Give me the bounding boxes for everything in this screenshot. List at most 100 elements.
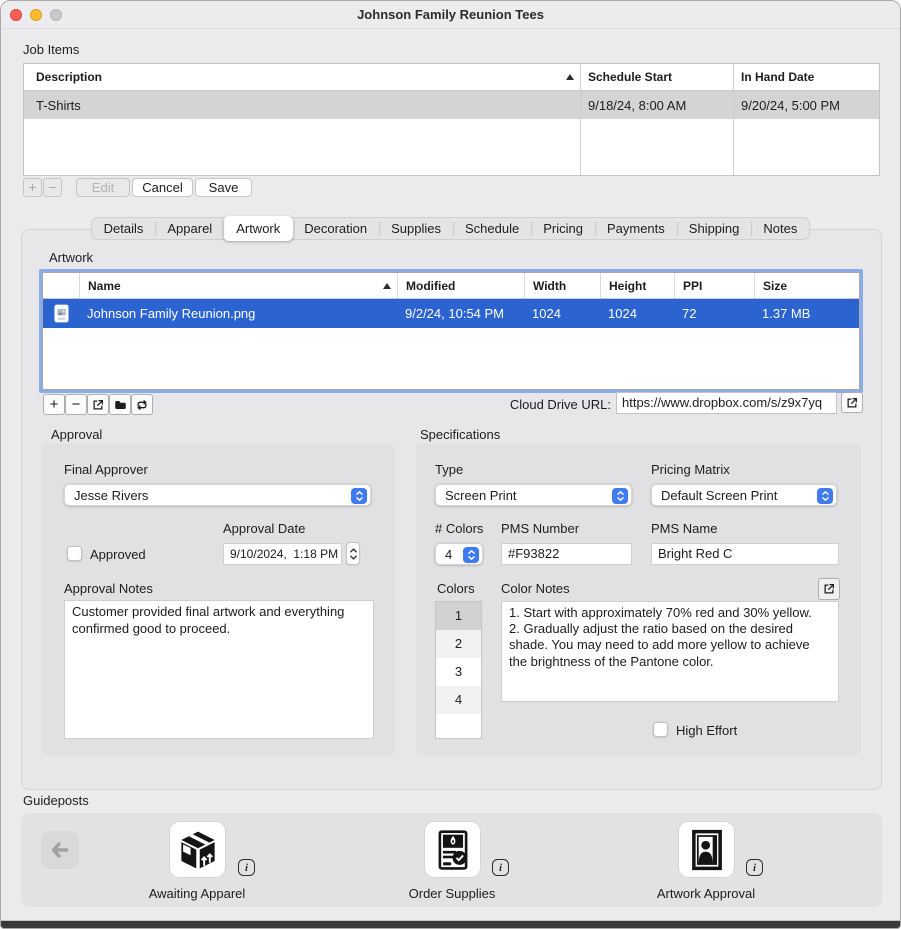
- artwork-header-size[interactable]: Size: [754, 273, 859, 298]
- guidepost-order-supplies-button[interactable]: [425, 822, 480, 877]
- awaiting-apparel-info-button[interactable]: i: [238, 859, 255, 876]
- stepper-arrows-icon: [349, 546, 358, 562]
- color-list-item-4[interactable]: 4: [436, 686, 481, 714]
- guidepost-label-awaiting-apparel: Awaiting Apparel: [107, 886, 287, 901]
- artwork-row-selected[interactable]: Johnson Family Reunion.png 9/2/24, 10:54…: [43, 299, 859, 328]
- open-color-notes-button[interactable]: [818, 578, 840, 600]
- close-window-button[interactable]: [10, 9, 22, 21]
- color-notes-label: Color Notes: [501, 581, 570, 596]
- tab-details[interactable]: Details: [92, 218, 156, 240]
- popup-chevrons-icon: [612, 488, 628, 504]
- approval-date-field[interactable]: 9/10/2024, 1:18 PM: [223, 543, 342, 565]
- tab-schedule[interactable]: Schedule: [453, 218, 531, 240]
- approval-notes-field[interactable]: Customer provided final artwork and ever…: [64, 600, 374, 739]
- tab-shipping[interactable]: Shipping: [677, 218, 752, 240]
- tab-apparel[interactable]: Apparel: [155, 218, 224, 240]
- artwork-header-width[interactable]: Width: [524, 273, 600, 298]
- open-external-button[interactable]: [87, 394, 109, 415]
- tab-notes[interactable]: Notes: [751, 218, 809, 240]
- color-notes-field[interactable]: 1. Start with approximately 70% red and …: [501, 601, 839, 702]
- cancel-button[interactable]: Cancel: [132, 178, 193, 197]
- column-divider: [580, 64, 581, 175]
- external-link-icon: [845, 396, 859, 410]
- add-artwork-button[interactable]: +: [43, 394, 65, 415]
- color-list-item-2[interactable]: 2: [436, 630, 481, 658]
- popup-chevrons-icon: [463, 547, 479, 563]
- folder-button[interactable]: [109, 394, 131, 415]
- guidepost-back-button[interactable]: [41, 831, 79, 869]
- package-box-icon: [177, 829, 219, 871]
- pms-number-label: PMS Number: [501, 521, 579, 536]
- approved-label: Approved: [90, 547, 146, 562]
- supplies-order-icon: [432, 829, 474, 871]
- cell-in-hand-date: 9/20/24, 5:00 PM: [733, 98, 879, 113]
- column-label: Description: [36, 70, 102, 84]
- job-items-header-description[interactable]: Description: [24, 70, 580, 84]
- folder-icon: [113, 398, 128, 412]
- artwork-table-header: Name Modified Width Height PPI Size: [43, 273, 859, 299]
- approval-date-stepper[interactable]: [346, 542, 360, 565]
- job-items-header-schedule-start[interactable]: Schedule Start: [580, 70, 733, 84]
- column-divider: [733, 64, 734, 175]
- edit-button[interactable]: Edit: [76, 178, 130, 197]
- tab-supplies[interactable]: Supplies: [379, 218, 453, 240]
- artwork-header-name[interactable]: Name: [79, 273, 397, 298]
- popup-value: Default Screen Print: [661, 488, 777, 503]
- job-items-row-tshirts[interactable]: T-Shirts 9/18/24, 8:00 AM 9/20/24, 5:00 …: [24, 91, 879, 119]
- tab-bar: Details Apparel Artwork Decoration Suppl…: [91, 217, 811, 240]
- color-list-item-1[interactable]: 1: [436, 602, 481, 630]
- num-colors-popup[interactable]: 4: [435, 543, 483, 565]
- external-link-icon: [822, 582, 836, 596]
- app-window: Johnson Family Reunion Tees Job Items De…: [0, 0, 901, 929]
- job-items-section-label: Job Items: [23, 42, 79, 57]
- popup-chevrons-icon: [351, 488, 367, 504]
- artwork-approval-info-button[interactable]: i: [746, 859, 763, 876]
- open-cloud-url-button[interactable]: [841, 392, 863, 413]
- cloud-drive-url-field[interactable]: https://www.dropbox.com/s/z9x7yq: [616, 392, 837, 414]
- artwork-table-focus-ring: Name Modified Width Height PPI Size: [39, 269, 863, 393]
- window-title: Johnson Family Reunion Tees: [1, 1, 900, 28]
- approved-checkbox[interactable]: [67, 546, 82, 561]
- final-approver-popup[interactable]: Jesse Rivers: [64, 484, 371, 506]
- popup-value: Screen Print: [445, 488, 517, 503]
- tab-pricing[interactable]: Pricing: [531, 218, 595, 240]
- approval-section-label: Approval: [51, 427, 102, 442]
- tab-artwork[interactable]: Artwork: [223, 216, 293, 241]
- column-label: PPI: [683, 279, 702, 293]
- pms-name-label: PMS Name: [651, 521, 717, 536]
- artwork-header-height[interactable]: Height: [600, 273, 674, 298]
- remove-job-item-button[interactable]: −: [43, 178, 62, 197]
- cell-ppi: 72: [674, 306, 754, 321]
- color-list-item-3[interactable]: 3: [436, 658, 481, 686]
- high-effort-checkbox[interactable]: [653, 722, 668, 737]
- job-items-table: Description Schedule Start In Hand Date …: [23, 63, 880, 176]
- guidepost-awaiting-apparel-button[interactable]: [170, 822, 225, 877]
- title-bar: Johnson Family Reunion Tees: [1, 1, 900, 29]
- column-label: In Hand Date: [741, 70, 814, 84]
- column-label: Height: [609, 279, 646, 293]
- tab-payments[interactable]: Payments: [595, 218, 677, 240]
- remove-artwork-button[interactable]: −: [65, 394, 87, 415]
- tab-decoration[interactable]: Decoration: [292, 218, 379, 240]
- order-supplies-info-button[interactable]: i: [492, 859, 509, 876]
- sort-ascending-icon: [383, 283, 391, 289]
- pricing-matrix-popup[interactable]: Default Screen Print: [651, 484, 837, 506]
- artwork-header-ppi[interactable]: PPI: [674, 273, 754, 298]
- pms-number-field[interactable]: #F93822: [501, 543, 632, 565]
- colors-list: 1 2 3 4: [435, 601, 482, 739]
- save-button[interactable]: Save: [195, 178, 252, 197]
- cell-height: 1024: [600, 306, 674, 321]
- type-popup[interactable]: Screen Print: [435, 484, 632, 506]
- refresh-button[interactable]: [131, 394, 153, 415]
- artwork-header-modified[interactable]: Modified: [397, 273, 524, 298]
- png-file-icon: [43, 304, 79, 323]
- guidepost-artwork-approval-button[interactable]: [679, 822, 734, 877]
- zoom-window-button[interactable]: [50, 9, 62, 21]
- job-items-header-in-hand-date[interactable]: In Hand Date: [733, 70, 879, 84]
- minimize-window-button[interactable]: [30, 9, 42, 21]
- add-job-item-button[interactable]: +: [23, 178, 42, 197]
- png-file-icon-svg: [54, 304, 69, 323]
- pms-name-field[interactable]: Bright Red C: [651, 543, 839, 565]
- num-colors-label: # Colors: [435, 521, 483, 536]
- popup-chevrons-icon: [817, 488, 833, 504]
